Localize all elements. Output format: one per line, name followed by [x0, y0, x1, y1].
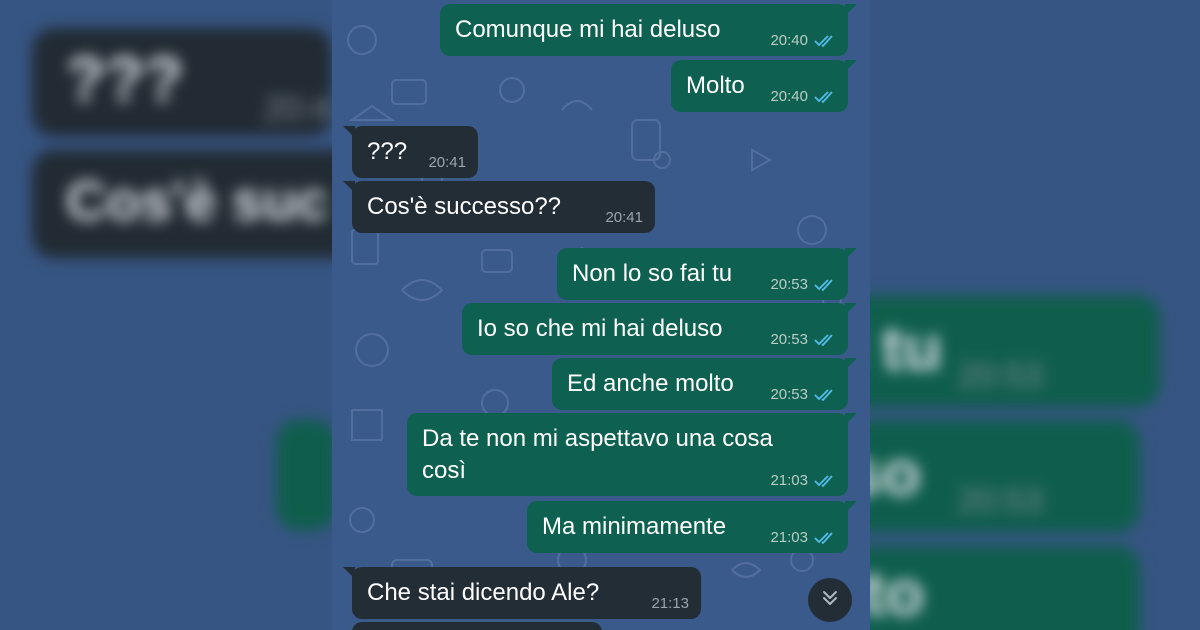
scroll-to-bottom-button[interactable] [808, 578, 852, 622]
message-outgoing[interactable]: Ed anche molto 20:53 [552, 358, 857, 410]
double-chevron-down-icon [820, 588, 840, 613]
blurred-left-panel: ??? 20:41 Cos'è suc [0, 0, 332, 630]
message-meta: 20:41 [605, 209, 643, 227]
message-incoming[interactable]: Cos'è successo?? 20:41 [343, 181, 655, 233]
double-check-icon [814, 531, 836, 545]
message-incoming[interactable]: ??? 20:41 [343, 126, 478, 178]
message-outgoing[interactable]: Da te non mi aspettavo una cosa così 21:… [407, 413, 857, 496]
message-time: 21:03 [770, 472, 808, 489]
blurred-right-panel: i tu 20:53 so 20:53 lto [870, 0, 1200, 630]
message-meta: 20:41 [428, 154, 466, 172]
screenshot-frame: ??? 20:41 Cos'è suc i tu 20:53 so 20:53 … [0, 0, 1200, 630]
blurred-bubble: so 20:53 [870, 420, 1140, 532]
message-outgoing[interactable]: Comunque mi hai deluso 20:40 [440, 4, 857, 56]
message-text-line-1: Da te non mi aspettavo una cosa [422, 425, 773, 452]
double-check-icon [814, 90, 836, 104]
message-text: Che stai dicendo Ale? [367, 579, 600, 606]
message-time: 20:53 [770, 386, 808, 403]
message-time: 21:13 [651, 595, 689, 612]
message-time: 20:41 [605, 209, 643, 226]
double-check-icon [814, 474, 836, 488]
message-incoming-partial[interactable] [352, 622, 602, 630]
message-outgoing[interactable]: Io so che mi hai deluso 20:53 [462, 303, 857, 355]
message-time: 20:53 [770, 276, 808, 293]
message-time: 20:40 [770, 32, 808, 49]
message-meta: 20:53 [770, 386, 836, 404]
message-meta: 20:40 [770, 88, 836, 106]
message-time: 20:40 [770, 88, 808, 105]
message-outgoing[interactable]: Ma minimamente 21:03 [527, 501, 857, 553]
message-meta: 20:53 [770, 331, 836, 349]
message-time: 20:41 [428, 154, 466, 171]
blurred-bubble: Cos'è suc [32, 150, 332, 258]
blurred-bubble: i tu 20:53 [870, 295, 1160, 407]
message-outgoing[interactable]: Non lo so fai tu 20:53 [557, 248, 857, 300]
blurred-bubble: lto [870, 546, 1140, 630]
message-outgoing[interactable]: Molto 20:40 [671, 60, 857, 112]
message-meta: 21:13 [651, 595, 689, 613]
message-time: 20:53 [770, 331, 808, 348]
double-check-icon [814, 333, 836, 347]
double-check-icon [814, 388, 836, 402]
message-time: 21:03 [770, 529, 808, 546]
message-meta: 21:03 [770, 529, 836, 547]
message-text: Cos'è successo?? [367, 193, 562, 220]
message-incoming[interactable]: Che stai dicendo Ale? 21:13 [343, 567, 701, 619]
message-meta: 20:40 [770, 32, 836, 50]
blurred-bubble [276, 420, 332, 530]
blurred-bubble: ??? 20:41 [32, 28, 332, 136]
message-meta: 21:03 [770, 472, 836, 490]
double-check-icon [814, 34, 836, 48]
double-check-icon [814, 278, 836, 292]
message-meta: 20:53 [770, 276, 836, 294]
